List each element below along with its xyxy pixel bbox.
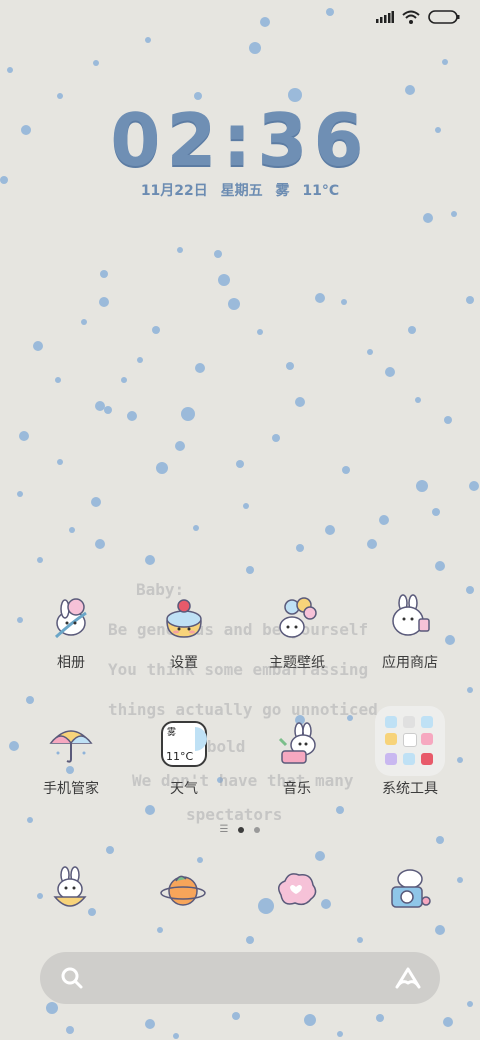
music-drum-icon — [269, 716, 325, 772]
app-label: 主题壁纸 — [269, 655, 325, 671]
appstore-bunny-icon — [382, 590, 438, 646]
weekday-text: 星期五 — [220, 183, 263, 199]
weather-condition: 雾 — [167, 728, 177, 738]
browser-planet-icon — [160, 875, 206, 906]
temp-text: 11°C — [302, 183, 340, 199]
app-label: 音乐 — [283, 781, 311, 797]
camera-bunny-icon — [391, 869, 431, 908]
app-themes[interactable]: 主题壁纸 — [247, 590, 347, 672]
app-label: 系统工具 — [382, 781, 438, 797]
themes-balloon-icon — [269, 590, 325, 646]
menu-lines-icon: ☰ — [219, 824, 229, 835]
weather-widget-icon: 雾 11°C — [156, 716, 212, 772]
dock-browser[interactable] — [155, 862, 211, 918]
assistant-icon[interactable] — [394, 965, 422, 991]
page-dot — [254, 826, 261, 833]
battery-icon — [428, 10, 460, 24]
weather-text: 雾 — [275, 183, 290, 199]
app-label: 设置 — [170, 655, 198, 671]
system-tools-folder-icon — [375, 706, 445, 776]
dock-camera[interactable] — [381, 862, 437, 918]
date-text: 11月22日 — [140, 183, 208, 199]
app-security[interactable]: 手机管家 — [21, 716, 121, 798]
search-icon[interactable] — [60, 966, 84, 990]
app-label: 手机管家 — [43, 781, 99, 797]
date-line[interactable]: 11月22日 星期五 雾 11°C — [0, 180, 480, 200]
clock-time[interactable]: 02:36 — [0, 98, 480, 182]
security-umbrella-icon — [43, 716, 99, 772]
app-label: 天气 — [170, 781, 198, 797]
weather-moon-icon — [195, 727, 207, 751]
dock-messages[interactable] — [268, 862, 324, 918]
app-music[interactable]: 音乐 — [247, 716, 347, 798]
album-bunny-icon — [43, 590, 99, 646]
wifi-icon — [402, 10, 420, 24]
app-appstore[interactable]: 应用商店 — [360, 590, 460, 672]
phone-bunny-icon — [53, 866, 87, 907]
page-dot-active — [238, 826, 245, 833]
app-weather[interactable]: 雾 11°C 天气 — [134, 716, 234, 798]
app-label: 相册 — [57, 655, 85, 671]
page-indicator[interactable]: ☰ — [0, 824, 480, 835]
app-system-tools-folder[interactable]: 系统工具 — [360, 706, 460, 798]
weather-temp: 11°C — [166, 750, 194, 763]
app-label: 应用商店 — [382, 655, 438, 671]
dock-phone[interactable] — [42, 862, 98, 918]
status-bar — [376, 10, 460, 24]
app-settings[interactable]: 设置 — [134, 590, 234, 672]
settings-cake-icon — [156, 590, 212, 646]
signal-icon — [376, 11, 394, 23]
app-album[interactable]: 相册 — [21, 590, 121, 672]
messages-cloud-icon — [278, 873, 317, 906]
search-bar[interactable] — [40, 952, 440, 1004]
